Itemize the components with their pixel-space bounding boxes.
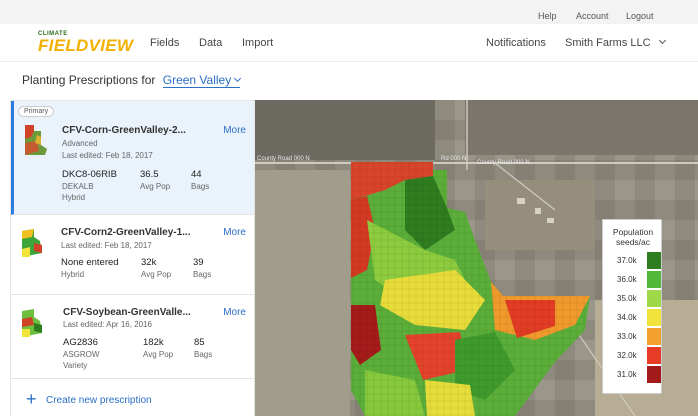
avg-pop-label: Avg Pop <box>140 182 171 191</box>
road-label: County Road 000 N <box>477 160 530 166</box>
logo-main-text: FIELDVIEW <box>38 36 134 55</box>
bags-value: 85 <box>194 337 205 348</box>
field-thumbnail-icon <box>22 309 42 337</box>
more-link[interactable]: More <box>223 307 246 318</box>
page-title: Planting Prescriptions for Green Valley <box>22 73 242 88</box>
legend-value: 35.0k <box>617 294 637 303</box>
legend-value: 34.0k <box>617 313 637 322</box>
population-legend: Population seeds/ac 37.0k 36.0k 35.0k 34.0k… <box>602 219 662 394</box>
prescription-type: Advanced <box>62 139 98 148</box>
legend-swatch <box>647 271 661 288</box>
legend-row: 33.0k <box>609 328 661 345</box>
logout-link[interactable]: Logout <box>626 11 654 21</box>
chevron-down-icon <box>658 36 666 45</box>
prescription-name: CFV-Soybean-GreenValle... <box>63 307 191 318</box>
avg-pop-value: 32k <box>141 257 157 268</box>
last-edited: Last edited: Apr 16, 2016 <box>63 320 152 329</box>
product-name: DKC8-06RIB <box>62 169 117 180</box>
bags-value: 44 <box>191 169 202 180</box>
legend-swatch <box>647 290 661 307</box>
nav-import[interactable]: Import <box>242 37 273 49</box>
legend-value: 32.0k <box>617 351 637 360</box>
legend-value: 33.0k <box>617 332 637 341</box>
climate-fieldview-logo[interactable]: CLIMATE FIELDVIEW <box>38 31 133 57</box>
legend-swatch <box>647 366 661 383</box>
avg-pop-value: 182k <box>143 337 164 348</box>
nav-notifications[interactable]: Notifications <box>486 37 546 49</box>
legend-value: 36.0k <box>617 275 637 284</box>
avg-pop-value: 36.5 <box>140 169 159 180</box>
product-brand: ASGROW <box>63 350 100 359</box>
avg-pop-label: Avg Pop <box>143 350 174 359</box>
product-kind: Variety <box>63 361 88 370</box>
account-link[interactable]: Account <box>576 11 609 21</box>
product-name: None entered <box>61 257 119 268</box>
road-label: Rd 000 N <box>441 156 467 162</box>
product-kind: Hybrid <box>61 270 85 279</box>
legend-row: 36.0k <box>609 271 661 288</box>
bags-value: 39 <box>193 257 204 268</box>
field-selector-label: Green Valley <box>162 73 232 87</box>
account-menu-label: Smith Farms LLC <box>565 37 651 49</box>
prescription-name: CFV-Corn2-GreenValley-1... <box>61 227 191 238</box>
create-prescription-label: Create new prescription <box>46 395 152 406</box>
nav-fields[interactable]: Fields <box>150 37 179 49</box>
road-label: County Road 000 N <box>257 156 310 162</box>
prescription-name: CFV-Corn-GreenValley-2... <box>62 125 186 136</box>
prescription-list: Primary CFV-Corn-GreenValley-2... More A… <box>10 100 255 416</box>
create-prescription-button[interactable]: + Create new prescription <box>26 389 152 409</box>
legend-swatch <box>647 309 661 326</box>
product-name: AG2836 <box>63 337 98 348</box>
legend-row: 31.0k <box>609 366 661 383</box>
product-brand: DEKALB <box>62 182 94 191</box>
bags-label: Bags <box>194 350 213 359</box>
nav-data[interactable]: Data <box>199 37 222 49</box>
legend-swatch <box>647 328 661 345</box>
utility-bar: Help Account Logout <box>0 0 698 24</box>
prescription-card[interactable]: CFV-Soybean-GreenValle... More Last edit… <box>11 295 254 379</box>
legend-swatch <box>647 252 661 269</box>
bags-label: Bags <box>193 270 212 279</box>
legend-row: 34.0k <box>609 309 661 326</box>
bags-label: Bags <box>191 182 210 191</box>
last-edited: Last edited: Feb 18, 2017 <box>62 151 153 160</box>
legend-subtitle: seeds/ac <box>615 237 651 247</box>
main-header: CLIMATE FIELDVIEW Fields Data Import Not… <box>0 24 698 62</box>
field-thumbnail-icon <box>25 125 47 155</box>
legend-swatch <box>647 347 661 364</box>
avg-pop-label: Avg Pop <box>141 270 172 279</box>
account-menu[interactable]: Smith Farms LLC <box>565 36 666 49</box>
legend-row: 37.0k <box>609 252 661 269</box>
field-selector[interactable]: Green Valley <box>162 73 242 88</box>
legend-value: 37.0k <box>617 256 637 265</box>
prescription-card[interactable]: Primary CFV-Corn-GreenValley-2... More A… <box>11 101 254 215</box>
last-edited: Last edited: Feb 18, 2017 <box>61 241 152 250</box>
field-thumbnail-icon <box>22 229 42 257</box>
help-link[interactable]: Help <box>538 11 557 21</box>
more-link[interactable]: More <box>223 227 246 238</box>
page-title-prefix: Planting Prescriptions for <box>22 73 156 87</box>
prescription-card[interactable]: CFV-Corn2-GreenValley-1... More Last edi… <box>11 215 254 295</box>
chevron-down-icon <box>234 74 242 83</box>
legend-title: Population <box>612 227 654 237</box>
plus-icon: + <box>26 389 37 409</box>
legend-value: 31.0k <box>617 370 637 379</box>
product-kind: Hybrid <box>62 193 86 202</box>
legend-row: 32.0k <box>609 347 661 364</box>
legend-row: 35.0k <box>609 290 661 307</box>
more-link[interactable]: More <box>223 125 246 136</box>
primary-badge: Primary <box>18 106 55 117</box>
